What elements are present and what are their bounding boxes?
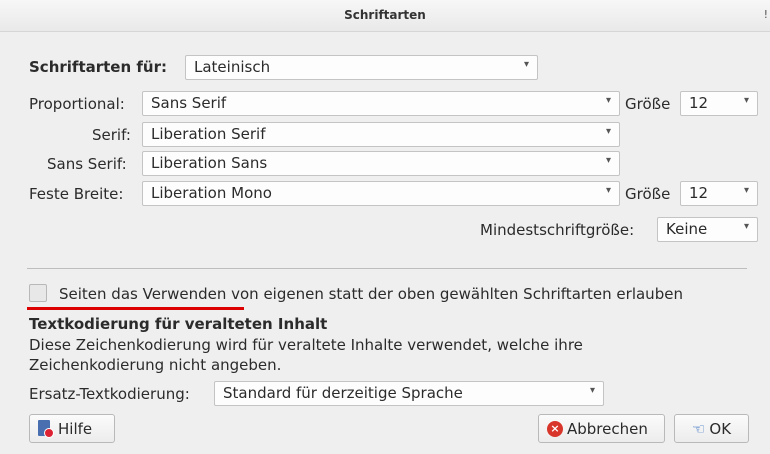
proportional-value: Sans Serif (151, 94, 227, 112)
cancel-icon: × (547, 420, 563, 437)
allow-pages-fonts-label[interactable]: Seiten das Verwenden von eigenen statt d… (59, 285, 683, 303)
help-button[interactable]: Hilfe (29, 414, 115, 443)
serif-label: Serif: (92, 126, 131, 144)
sans-serif-select[interactable]: Liberation Sans ▾ (142, 151, 620, 176)
chevron-down-icon: ▾ (589, 385, 595, 396)
monospace-select[interactable]: Liberation Mono ▾ (142, 181, 620, 206)
chevron-down-icon: ▾ (743, 95, 749, 106)
fonts-for-label-text: Schriftarten für: (29, 58, 167, 76)
fonts-for-select[interactable]: Lateinisch ▾ (185, 55, 538, 80)
chevron-down-icon: ▾ (605, 155, 611, 166)
sans-serif-label: Sans Serif: (47, 155, 127, 173)
chevron-down-icon: ▾ (605, 126, 611, 137)
proportional-size-select[interactable]: 12 ▾ (680, 91, 758, 116)
sans-serif-value: Liberation Sans (151, 154, 268, 172)
help-button-label: Hilfe (58, 419, 93, 438)
section-divider (27, 268, 747, 269)
proportional-size-value: 12 (689, 94, 709, 112)
min-size-label: Mindestschriftgröße: (480, 221, 635, 239)
encoding-description-line1: Diese Zeichenkodierung wird für veraltet… (29, 336, 583, 354)
proportional-select[interactable]: Sans Serif ▾ (142, 91, 620, 116)
ok-button[interactable]: ☜ OK (674, 414, 749, 443)
chevron-down-icon: ▾ (605, 95, 611, 106)
proportional-size-label: Größe (625, 95, 671, 113)
fallback-encoding-value: Standard für derzeitige Sprache (223, 384, 463, 402)
monospace-size-value: 12 (689, 184, 709, 202)
close-icon[interactable]: ! (764, 8, 768, 21)
allow-pages-fonts-checkbox[interactable] (29, 284, 47, 302)
monospace-size-label: Größe (625, 185, 671, 203)
monospace-label: Feste Breite: (29, 185, 124, 203)
cancel-button[interactable]: × Abbrechen (538, 414, 665, 443)
proportional-label: Proportional: (29, 95, 125, 113)
ok-hand-icon: ☜ (691, 419, 706, 438)
chevron-down-icon: ▾ (743, 221, 749, 232)
ok-button-label: OK (709, 419, 732, 438)
serif-select[interactable]: Liberation Serif ▾ (142, 122, 620, 147)
window-title: Schriftarten (344, 8, 426, 22)
min-size-value: Keine (666, 220, 708, 238)
chevron-down-icon: ▾ (605, 185, 611, 196)
fallback-encoding-label: Ersatz-Textkodierung: (29, 385, 190, 403)
min-size-select[interactable]: Keine ▾ (657, 217, 758, 242)
annotation-underline (27, 307, 244, 310)
monospace-size-select[interactable]: 12 ▾ (680, 181, 758, 206)
chevron-down-icon: ▾ (743, 185, 749, 196)
encoding-description-line2: Zeichenkodierung nicht angeben. (29, 356, 282, 374)
fallback-encoding-select[interactable]: Standard für derzeitige Sprache ▾ (214, 381, 604, 406)
title-bar: Schriftarten ! (0, 0, 770, 32)
encoding-heading: Textkodierung für veralteten Inhalt (29, 315, 328, 333)
help-book-icon (38, 419, 54, 438)
chevron-down-icon: ▾ (523, 59, 529, 70)
fonts-for-label: Schriftarten für: (29, 58, 167, 76)
fonts-for-value: Lateinisch (194, 58, 271, 76)
monospace-value: Liberation Mono (151, 184, 272, 202)
cancel-button-label: Abbrechen (567, 419, 648, 438)
serif-value: Liberation Serif (151, 125, 266, 143)
